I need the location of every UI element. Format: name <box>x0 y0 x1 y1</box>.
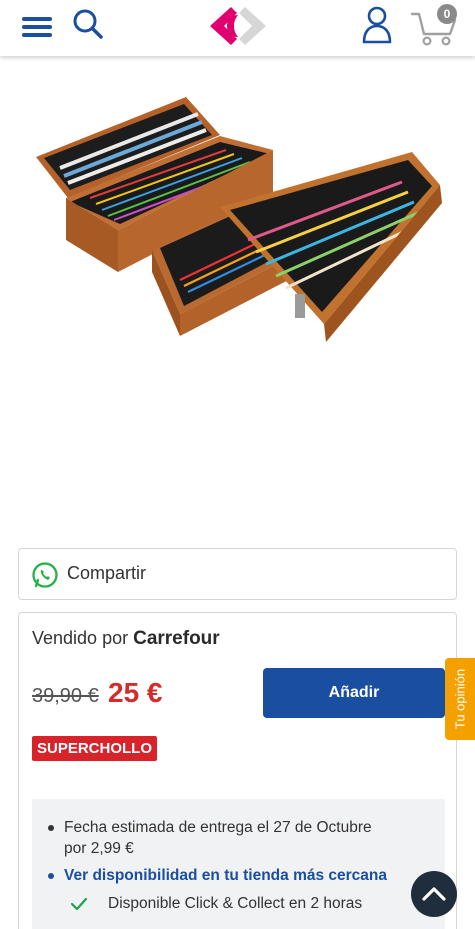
delivery-estimate: Fecha estimada de entrega el 27 de Octub… <box>48 817 390 859</box>
seller-info: Vendido por Carrefour <box>32 628 220 650</box>
whatsapp-icon <box>32 562 58 588</box>
carrefour-logo[interactable] <box>207 5 269 47</box>
cart-count-badge: 0 <box>437 4 457 24</box>
search-icon[interactable] <box>72 8 104 40</box>
product-image <box>36 97 442 342</box>
top-header: 0 <box>0 0 475 56</box>
supercholla-badge: SUPERCHOLLO <box>32 736 158 761</box>
add-to-cart-button[interactable]: Añadir <box>263 668 445 718</box>
delivery-estimate-text: Fecha estimada de entrega el 27 de Octub… <box>64 819 372 857</box>
click-collect-text: Disponible Click & Collect en 2 horas <box>108 895 363 912</box>
purchase-card: Vendido por Carrefour 39,90 € 25 € Añadi… <box>18 612 457 929</box>
menu-icon[interactable] <box>20 12 54 40</box>
share-label: Compartir <box>67 563 147 583</box>
store-availability-link[interactable]: Ver disponibilidad en tu tienda más cerc… <box>48 865 390 886</box>
user-icon[interactable] <box>360 5 394 45</box>
chevron-up-icon <box>422 887 446 901</box>
old-price: 39,90 € <box>32 685 99 707</box>
seller-prefix: Vendido por <box>32 628 129 648</box>
delivery-info-box: Fecha estimada de entrega el 27 de Octub… <box>32 799 445 929</box>
click-collect-info: Disponible Click & Collect en 2 horas <box>82 895 362 913</box>
store-availability-text[interactable]: Ver disponibilidad en tu tienda más cerc… <box>50 865 390 886</box>
feedback-tab[interactable]: Tu opinión <box>445 658 475 740</box>
current-price: 25 € <box>108 677 163 708</box>
share-button[interactable]: Compartir <box>18 548 457 600</box>
scroll-to-top-button[interactable] <box>411 871 457 917</box>
seller-name: Carrefour <box>133 628 220 649</box>
feedback-tab-label: Tu opinión <box>452 668 468 730</box>
